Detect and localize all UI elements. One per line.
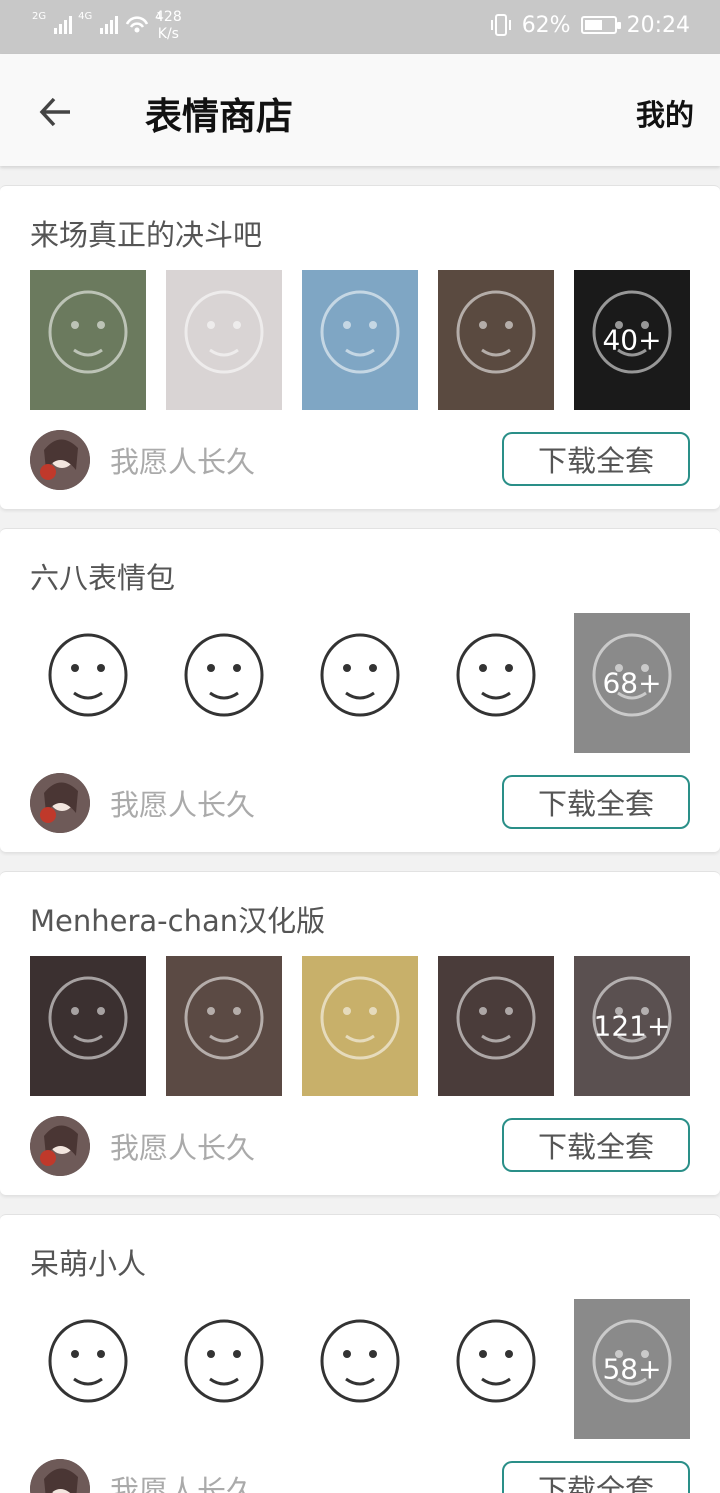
pack-thumbnails: 40+ <box>30 270 690 410</box>
author-name: 我愿人长久 <box>110 1131 256 1165</box>
sticker-thumbnail[interactable] <box>302 270 418 410</box>
pack-title: Menhera-chan汉化版 <box>30 904 326 938</box>
speed-unit: K/s <box>157 26 179 42</box>
sticker-image <box>184 633 264 717</box>
wifi-icon <box>124 12 150 34</box>
more-count-label: 121+ <box>593 1009 671 1043</box>
battery-icon <box>580 16 621 34</box>
page-title: 表情商店 <box>145 95 293 138</box>
pack-title: 来场真正的决斗吧 <box>30 218 263 252</box>
more-count-label: 40+ <box>602 323 662 357</box>
sticker-image <box>456 290 536 374</box>
sticker-image <box>320 290 400 374</box>
sticker-image <box>48 1319 128 1403</box>
pack-author[interactable]: 我愿人长久 <box>30 1459 255 1493</box>
status-bar: 2G 4G 1 428 K/s 62% 20:24 <box>0 0 720 54</box>
sticker-image <box>456 633 536 717</box>
sticker-thumbnail[interactable] <box>438 270 554 410</box>
more-count-label: 58+ <box>602 1352 662 1386</box>
sticker-image <box>320 633 400 717</box>
sticker-thumbnail[interactable] <box>166 613 282 753</box>
sticker-pack-card[interactable]: 呆萌小人 58+ 我愿人长久 下载全套 <box>0 1214 720 1493</box>
signal-bars-icon <box>54 12 73 34</box>
sticker-image <box>48 976 128 1060</box>
download-all-button[interactable]: 下载全套 <box>502 775 690 829</box>
sticker-pack-card[interactable]: Menhera-chan汉化版 121+ 我愿人长久 下载全套 <box>0 871 720 1195</box>
more-count-label: 68+ <box>602 666 662 700</box>
network-label-1: 2G <box>32 11 47 22</box>
sticker-thumbnail[interactable] <box>30 270 146 410</box>
pack-title: 呆萌小人 <box>30 1247 147 1281</box>
download-all-button[interactable]: 下载全套 <box>502 432 690 486</box>
pack-thumbnails: 68+ <box>30 613 690 753</box>
mine-link[interactable]: 我的 <box>636 92 694 134</box>
sticker-thumbnail[interactable] <box>30 956 146 1096</box>
avatar <box>30 773 90 833</box>
back-button[interactable] <box>28 84 84 140</box>
sticker-thumbnail[interactable] <box>30 613 146 753</box>
sticker-thumbnail[interactable] <box>166 1299 282 1439</box>
avatar <box>30 430 90 490</box>
author-name: 我愿人长久 <box>110 788 256 822</box>
signal-indicators: 2G 4G 1 <box>32 12 165 34</box>
sticker-thumbnail[interactable] <box>166 956 282 1096</box>
clock: 20:24 <box>626 12 690 38</box>
sticker-image <box>184 1319 264 1403</box>
sticker-thumbnail[interactable]: 68+ <box>574 613 690 753</box>
network-speed: 428 K/s <box>155 9 182 43</box>
sticker-thumbnail[interactable] <box>302 613 418 753</box>
sticker-thumbnail[interactable]: 121+ <box>574 956 690 1096</box>
author-name: 我愿人长久 <box>110 445 256 479</box>
sticker-thumbnail[interactable] <box>302 1299 418 1439</box>
sticker-thumbnail[interactable] <box>166 270 282 410</box>
download-all-button[interactable]: 下载全套 <box>502 1461 690 1493</box>
sticker-pack-card[interactable]: 来场真正的决斗吧 40+ 我愿人长久 下载全套 <box>0 185 720 509</box>
signal-bars-icon <box>100 12 119 34</box>
sticker-thumbnail[interactable]: 58+ <box>574 1299 690 1439</box>
sticker-image <box>320 1319 400 1403</box>
battery-fill <box>584 20 602 30</box>
sticker-thumbnail[interactable] <box>438 1299 554 1439</box>
sticker-thumbnail[interactable] <box>302 956 418 1096</box>
speed-value: 428 <box>155 9 182 25</box>
vibrate-icon <box>490 12 512 38</box>
sticker-image <box>456 1319 536 1403</box>
pack-author[interactable]: 我愿人长久 <box>30 1116 255 1176</box>
sticker-thumbnail[interactable]: 40+ <box>574 270 690 410</box>
pack-author[interactable]: 我愿人长久 <box>30 430 255 490</box>
sticker-image <box>320 976 400 1060</box>
sticker-pack-card[interactable]: 六八表情包 68+ 我愿人长久 下载全套 <box>0 528 720 852</box>
avatar <box>30 1459 90 1493</box>
author-name: 我愿人长久 <box>110 1474 256 1493</box>
sticker-thumbnail[interactable] <box>438 613 554 753</box>
sticker-image <box>184 976 264 1060</box>
sticker-image <box>48 290 128 374</box>
network-label-2: 4G <box>78 11 93 22</box>
pack-thumbnails: 58+ <box>30 1299 690 1439</box>
avatar <box>30 1116 90 1176</box>
arrow-left-icon <box>39 97 70 127</box>
sticker-thumbnail[interactable] <box>438 956 554 1096</box>
battery-percent: 62% <box>521 12 571 38</box>
pack-author[interactable]: 我愿人长久 <box>30 773 255 833</box>
status-right: 62% 20:24 <box>490 12 690 38</box>
pack-title: 六八表情包 <box>30 561 176 595</box>
top-app-bar: 表情商店 我的 <box>0 54 720 166</box>
sticker-image <box>456 976 536 1060</box>
pack-thumbnails: 121+ <box>30 956 690 1096</box>
sticker-image <box>184 290 264 374</box>
sticker-image <box>48 633 128 717</box>
download-all-button[interactable]: 下载全套 <box>502 1118 690 1172</box>
sticker-thumbnail[interactable] <box>30 1299 146 1439</box>
